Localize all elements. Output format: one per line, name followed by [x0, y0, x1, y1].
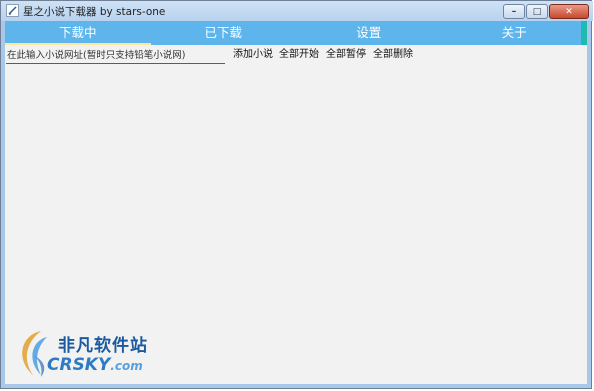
crsky-watermark: 非凡软件站 CRSKY.com	[11, 323, 171, 383]
app-icon	[6, 4, 19, 17]
tab-settings[interactable]: 设置	[296, 21, 442, 45]
client-area: 下载中 已下载 设置 关于 添加小说 全部开始 全部暂停 全部删除 非凡软件站 …	[5, 21, 587, 384]
tab-bar-accent	[581, 21, 587, 45]
watermark-en-suffix: .com	[110, 359, 143, 373]
add-novel-button[interactable]: 添加小说	[233, 48, 273, 62]
title-bar[interactable]: 星之小说下载器 by stars-one – □ ✕	[1, 1, 593, 21]
window-controls: – □ ✕	[502, 4, 589, 19]
pause-all-button[interactable]: 全部暂停	[326, 48, 366, 62]
download-toolbar: 添加小说 全部开始 全部暂停 全部删除	[5, 47, 587, 67]
tab-bar: 下载中 已下载 设置 关于	[5, 21, 587, 45]
watermark-cn-text: 非凡软件站	[58, 336, 148, 356]
maximize-button[interactable]: □	[526, 4, 548, 19]
minimize-button[interactable]: –	[503, 4, 525, 19]
window-title: 星之小说下载器 by stars-one	[23, 6, 166, 18]
tab-downloading[interactable]: 下载中	[5, 21, 151, 45]
watermark-en-brand: CRSKY	[47, 355, 111, 375]
watermark-en-text: CRSKY.com	[47, 355, 143, 375]
app-window: 星之小说下载器 by stars-one – □ ✕ 下载中 已下载 设置 关于…	[0, 0, 593, 389]
close-button[interactable]: ✕	[549, 4, 589, 19]
tab-downloaded[interactable]: 已下载	[151, 21, 297, 45]
delete-all-button[interactable]: 全部删除	[373, 48, 413, 62]
novel-url-input[interactable]	[6, 47, 225, 64]
tab-about[interactable]: 关于	[442, 21, 588, 45]
start-all-button[interactable]: 全部开始	[279, 48, 319, 62]
